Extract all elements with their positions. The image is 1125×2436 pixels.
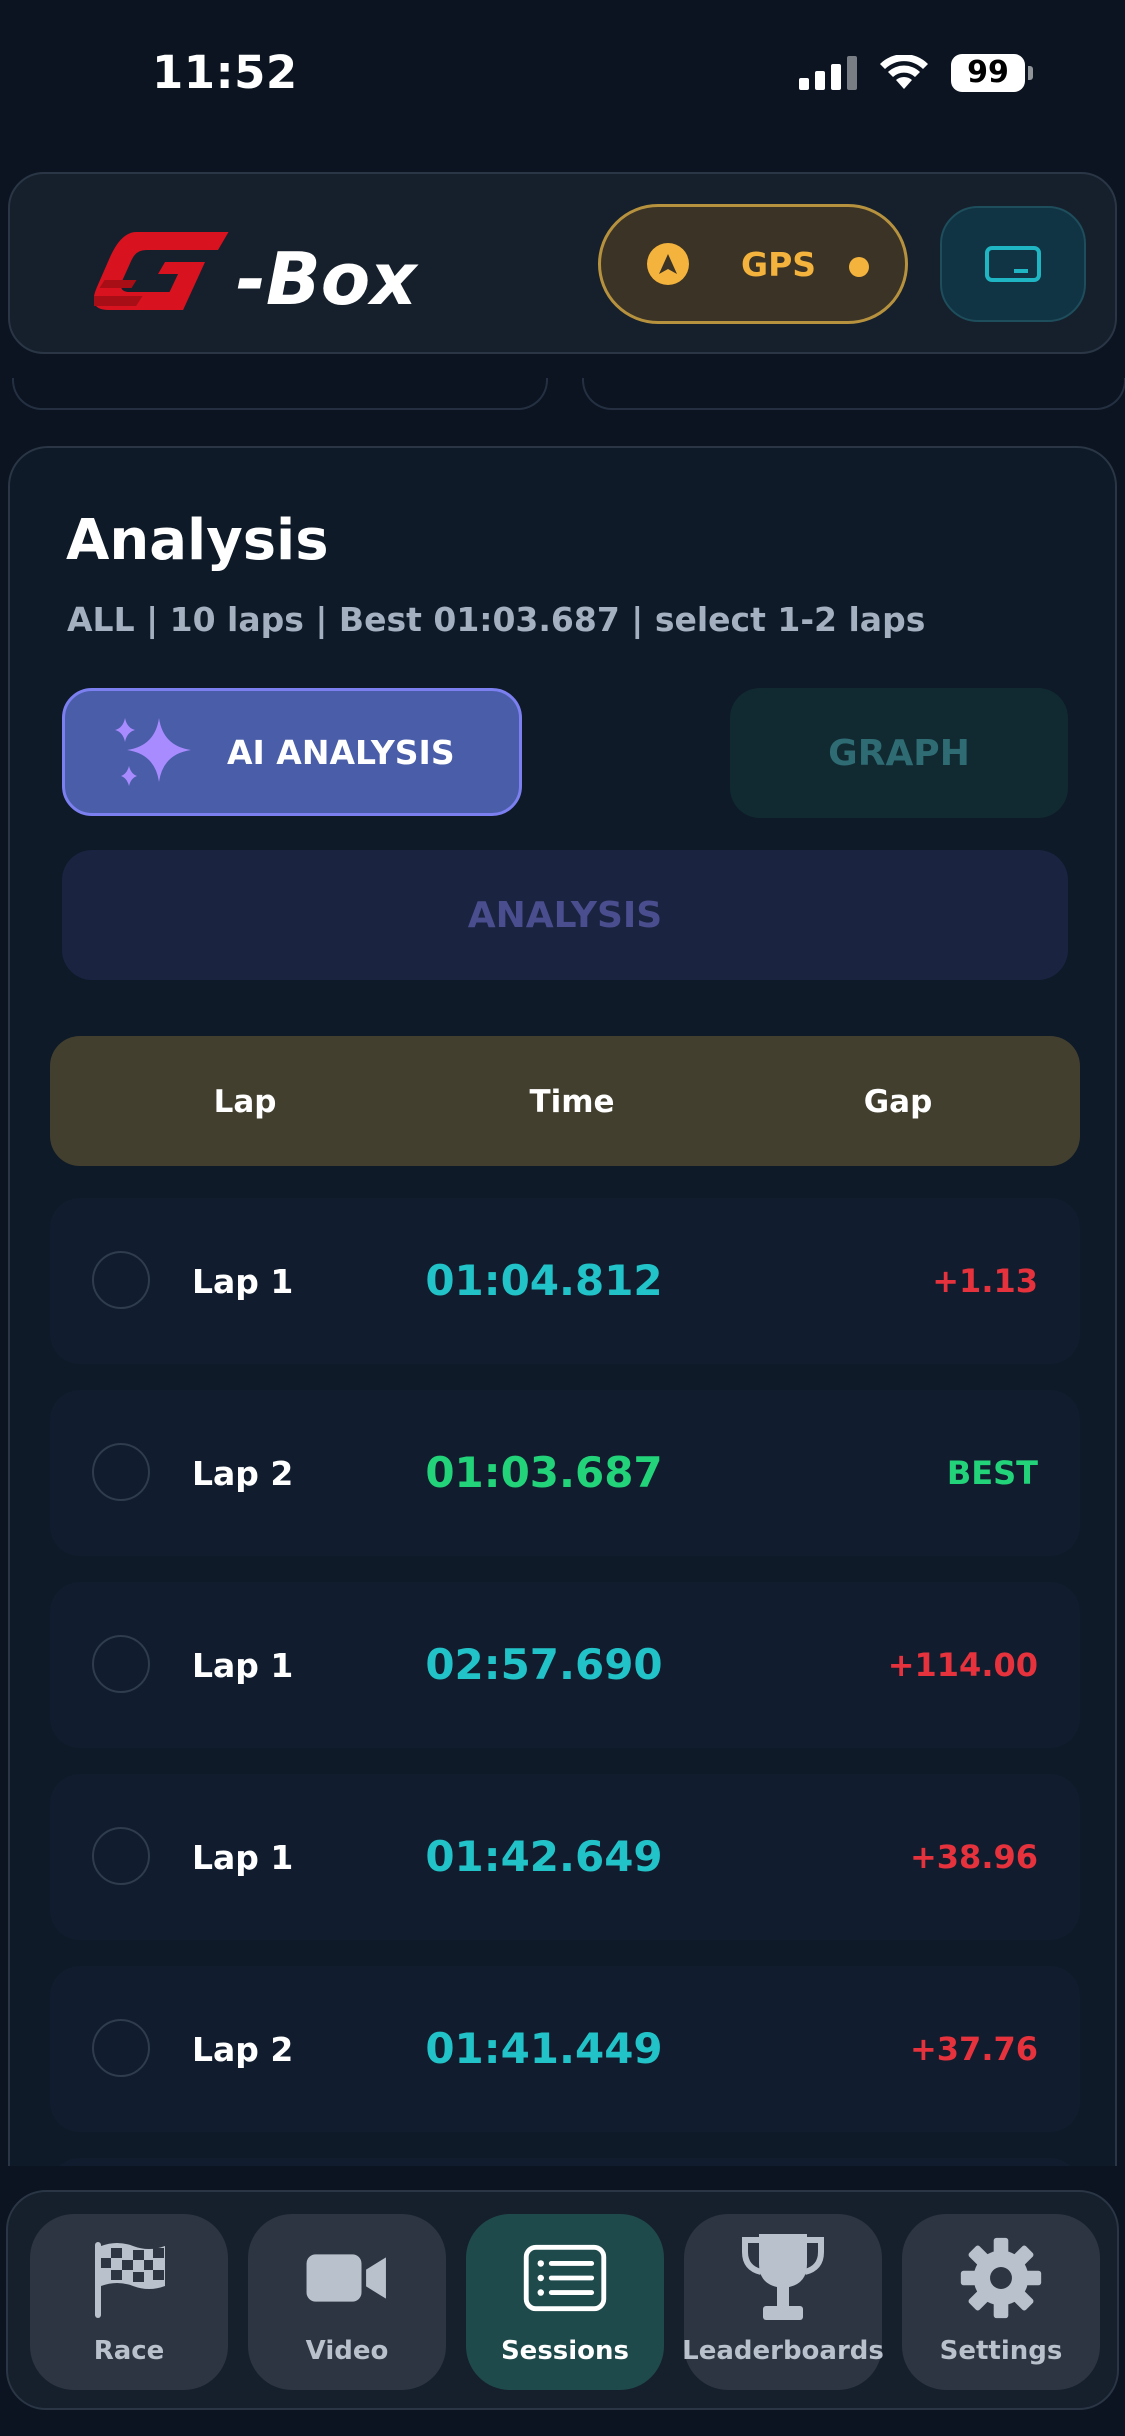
lap-time: 01:03.687 — [425, 1448, 663, 1497]
gear-icon — [959, 2236, 1043, 2320]
analysis-title: Analysis — [66, 508, 329, 573]
nav-item-leaderboards[interactable]: Leaderboards — [682, 2214, 884, 2390]
lap-gap: +38.96 — [909, 1838, 1038, 1876]
device-icon — [985, 246, 1041, 282]
lap-gap: +1.13 — [932, 1262, 1038, 1300]
lap-gap: +114.00 — [887, 1646, 1038, 1684]
lap-name: Lap 1 — [192, 1646, 294, 1685]
video-camera-icon — [305, 2236, 389, 2320]
lap-select-checkbox[interactable] — [92, 1635, 150, 1693]
nav-label: Settings — [939, 2336, 1063, 2366]
navigation-arrow-icon — [647, 243, 689, 285]
nav-item-settings[interactable]: Settings — [902, 2214, 1100, 2390]
gps-status-button[interactable]: GPS — [598, 204, 908, 324]
bottom-nav: Race Video Sessions Leaderboards Setting… — [6, 2190, 1119, 2410]
status-icons: 99 — [799, 54, 1033, 92]
gps-label: GPS — [741, 244, 817, 284]
status-time: 11:52 — [152, 46, 298, 99]
analysis-button[interactable]: ANALYSIS — [62, 850, 1068, 980]
lap-row[interactable]: Lap 2 01:03.687 BEST — [50, 1390, 1080, 1556]
trophy-icon — [741, 2234, 825, 2320]
lap-time: 01:42.649 — [425, 1832, 663, 1881]
nav-label: Race — [93, 2336, 165, 2366]
lap-gap-best: BEST — [946, 1454, 1038, 1492]
lap-name: Lap 1 — [192, 1838, 294, 1877]
lap-row[interactable]: Lap 1 02:57.690 +114.00 — [50, 1582, 1080, 1748]
analysis-card: Analysis ALL | 10 laps | Best 01:03.687 … — [8, 446, 1117, 2166]
hidden-card-edge — [582, 378, 1125, 410]
lap-time: 01:04.812 — [425, 1256, 663, 1305]
lap-row[interactable]: Lap 1 01:04.812 +1.13 — [50, 1198, 1080, 1364]
cellular-signal-icon — [799, 56, 857, 90]
list-icon — [523, 2236, 607, 2320]
ai-analysis-button[interactable]: AI ANALYSIS — [62, 688, 522, 816]
nav-item-sessions[interactable]: Sessions — [466, 2214, 664, 2390]
nav-label: Leaderboards — [682, 2336, 884, 2366]
wifi-icon — [880, 55, 928, 89]
lap-row[interactable]: Lap 1 01:42.649 +38.96 — [50, 1774, 1080, 1940]
ai-analysis-label: AI ANALYSIS — [227, 732, 455, 772]
lap-select-checkbox[interactable] — [92, 1827, 150, 1885]
nav-label: Sessions — [500, 2336, 630, 2366]
graph-button[interactable]: GRAPH — [730, 688, 1068, 818]
lap-name: Lap 2 — [192, 1454, 294, 1493]
lap-time: 02:57.690 — [425, 1640, 663, 1689]
nav-label: Video — [305, 2336, 389, 2366]
nav-item-video[interactable]: Video — [248, 2214, 446, 2390]
svg-text:-Box: -Box — [236, 237, 419, 320]
column-header-gap: Gap — [863, 1084, 933, 1120]
analysis-subtitle: ALL | 10 laps | Best 01:03.687 | select … — [67, 600, 926, 639]
lap-select-checkbox[interactable] — [92, 1443, 150, 1501]
lap-time: 01:41.449 — [425, 2024, 663, 2073]
column-header-time: Time — [529, 1084, 615, 1120]
column-header-lap: Lap — [213, 1084, 277, 1120]
checkered-flag-icon — [87, 2236, 171, 2320]
lap-select-checkbox[interactable] — [92, 1251, 150, 1309]
sparkle-icon — [115, 718, 191, 786]
lap-name: Lap 1 — [192, 1262, 294, 1301]
battery-icon: 99 — [951, 54, 1033, 92]
hidden-card-edge — [12, 378, 548, 410]
device-button[interactable] — [940, 206, 1086, 322]
lap-table-header: Lap Time Gap — [50, 1036, 1080, 1166]
lap-select-checkbox[interactable] — [92, 2019, 150, 2077]
g-box-logo: -Box — [94, 232, 419, 320]
gps-status-dot — [849, 257, 869, 277]
lap-row[interactable] — [50, 2158, 1080, 2166]
lap-gap: +37.76 — [909, 2030, 1038, 2068]
lap-row[interactable]: Lap 2 01:41.449 +37.76 — [50, 1966, 1080, 2132]
nav-item-race[interactable]: Race — [30, 2214, 228, 2390]
app-header: -Box GPS — [8, 172, 1117, 354]
lap-name: Lap 2 — [192, 2030, 294, 2069]
